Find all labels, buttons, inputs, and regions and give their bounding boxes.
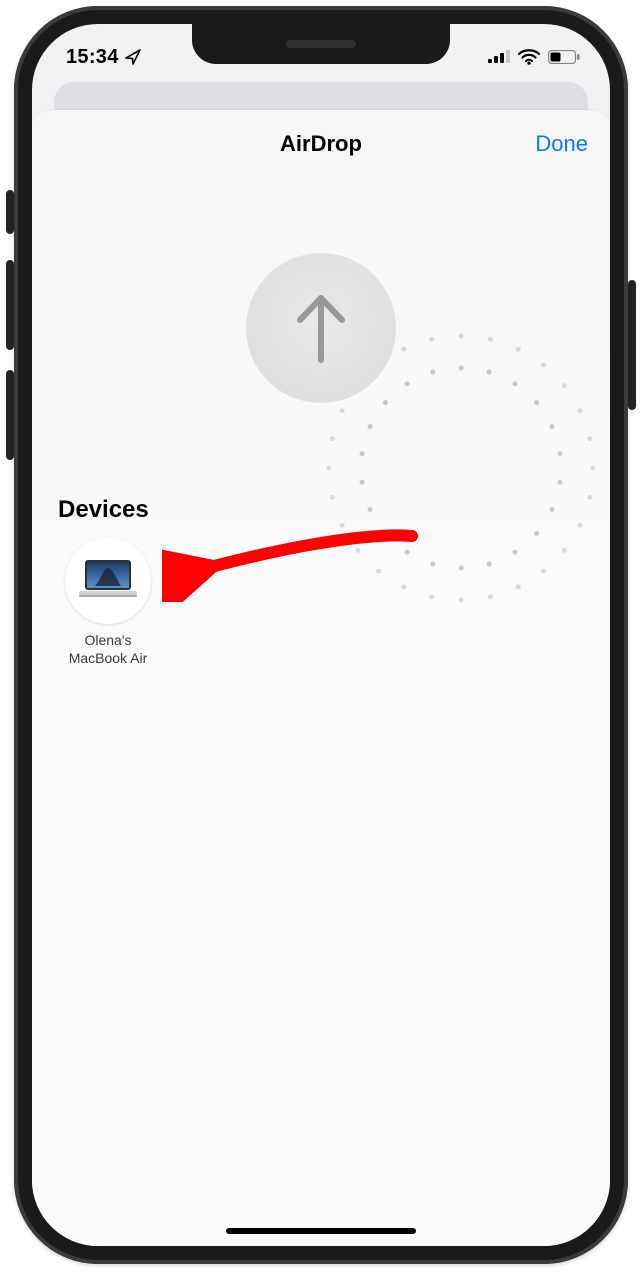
airdrop-sheet: AirDrop Done Devices bbox=[32, 110, 610, 1246]
wifi-icon bbox=[518, 49, 540, 65]
done-button[interactable]: Done bbox=[535, 110, 588, 178]
status-time: 15:34 bbox=[66, 46, 119, 69]
airdrop-radar bbox=[181, 188, 461, 468]
phone-volume-up bbox=[6, 260, 14, 350]
phone-mute-switch bbox=[6, 190, 14, 234]
share-target-circle bbox=[246, 253, 396, 403]
arrow-up-icon bbox=[288, 288, 354, 368]
cellular-signal-icon bbox=[488, 50, 510, 64]
device-grid: Olena's MacBook Air bbox=[32, 538, 610, 667]
phone-volume-down bbox=[6, 370, 14, 460]
battery-icon bbox=[548, 50, 580, 64]
phone-side-button bbox=[628, 280, 636, 410]
device-name-label: Olena's MacBook Air bbox=[58, 632, 158, 667]
macbook-icon bbox=[77, 558, 139, 605]
sheet-title: AirDrop bbox=[280, 131, 362, 157]
devices-section-title: Devices bbox=[58, 496, 610, 524]
notch bbox=[192, 24, 450, 64]
sheet-header: AirDrop Done bbox=[32, 110, 610, 178]
phone-frame: 15:34 bbox=[14, 6, 628, 1264]
home-indicator[interactable] bbox=[226, 1228, 416, 1234]
device-item-olenas-macbook-air[interactable]: Olena's MacBook Air bbox=[58, 538, 158, 667]
device-avatar bbox=[65, 538, 151, 624]
screen: 15:34 bbox=[32, 24, 610, 1246]
location-arrow-icon bbox=[125, 49, 141, 65]
